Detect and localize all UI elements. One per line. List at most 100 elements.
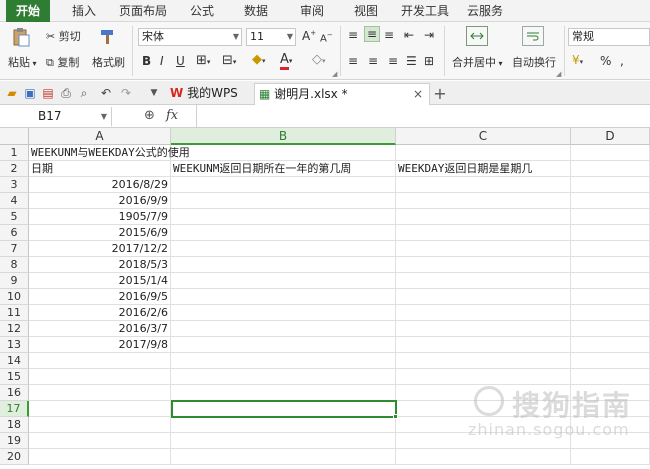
grid-cell[interactable] [396,321,571,337]
new-tab-icon[interactable]: + [432,84,448,103]
grid-cell[interactable] [171,289,396,305]
cell-a5[interactable]: 1905/7/9 [29,209,171,225]
grid-cell[interactable] [571,369,650,385]
redo-icon[interactable]: ↷ [118,85,134,101]
cell-a3[interactable]: 2016/8/29 [29,177,171,193]
grid-cell[interactable] [396,273,571,289]
row-header[interactable]: 8 [0,257,29,273]
grid-cell[interactable] [171,193,396,209]
wrap-text-button[interactable]: 自动换行 [512,54,556,70]
grid-cell[interactable] [29,433,171,449]
grid-cell[interactable] [171,353,396,369]
doc-tab-active-workbook[interactable]: ▦ 谢明月.xlsx * × [254,83,430,105]
grid-cell[interactable] [171,449,396,465]
grid-cell[interactable] [396,305,571,321]
row-header[interactable]: 19 [0,433,29,449]
grid-cell[interactable] [171,257,396,273]
grid-cell[interactable] [396,353,571,369]
font-size-select[interactable]: 11 ▼ [246,28,296,46]
grid-cell[interactable] [171,385,396,401]
format-painter-button[interactable]: 格式刷 [92,54,125,70]
formula-input[interactable] [196,105,650,127]
grid-cell[interactable] [571,353,650,369]
grid-cell[interactable] [171,273,396,289]
cell-a4[interactable]: 2016/9/9 [29,193,171,209]
wrap-text-icon[interactable] [522,26,544,46]
print-icon[interactable]: ⎙ [58,85,74,101]
format-painter-icon[interactable] [96,26,118,48]
row-header[interactable]: 3 [0,177,29,193]
grid-cell[interactable] [171,417,396,433]
row-header[interactable]: 14 [0,353,29,369]
grid-cell[interactable] [396,449,571,465]
row-header[interactable]: 4 [0,193,29,209]
grid-cell[interactable] [571,321,650,337]
tab-view[interactable]: 视图 [344,0,388,22]
grid-cell[interactable] [396,369,571,385]
indent-decrease-icon[interactable]: ⇤ [404,28,414,42]
cell-a9[interactable]: 2015/1/4 [29,273,171,289]
open-folder-icon[interactable]: ▰ [4,85,20,101]
grid-cell[interactable] [29,449,171,465]
cell-a8[interactable]: 2018/5/3 [29,257,171,273]
bold-icon[interactable]: B [142,54,151,68]
grid-cell[interactable] [396,209,571,225]
merge-center-icon[interactable] [466,26,488,46]
tab-formulas[interactable]: 公式 [180,0,224,22]
print-preview-icon[interactable]: ⌕ [76,85,92,101]
grid-cell[interactable] [29,353,171,369]
fill-handle[interactable] [393,414,398,419]
grid-cell[interactable] [396,193,571,209]
grid-cell[interactable] [571,161,650,177]
cell-b2[interactable]: WEEKUNM返回日期所在一年的第几周 [171,161,396,177]
paste-button[interactable]: 粘贴 ▾ [8,54,37,70]
cell-a13[interactable]: 2017/9/8 [29,337,171,353]
row-header[interactable]: 16 [0,385,29,401]
grid-cell[interactable] [171,241,396,257]
select-all-corner[interactable] [0,128,29,145]
border-icon[interactable]: ⊞▾ [196,53,210,68]
distribute-icon[interactable]: ⊞ [424,54,434,68]
undo-icon[interactable]: ↶ [98,85,114,101]
grid-cell[interactable] [571,273,650,289]
align-top-icon[interactable]: ≡ [348,28,358,42]
row-header[interactable]: 2 [0,161,29,177]
tab-developer[interactable]: 开发工具 [396,0,454,22]
grid-cell[interactable] [171,321,396,337]
tab-cloud-service[interactable]: 云服务 [460,0,510,22]
grid-cell[interactable] [171,337,396,353]
copy-button[interactable]: ⧉ 复制 [46,54,79,70]
grid-cell[interactable] [171,369,396,385]
cell-a2[interactable]: 日期 [29,161,171,177]
grid-cell[interactable] [171,177,396,193]
grid-cell[interactable] [171,225,396,241]
close-tab-icon[interactable]: × [413,84,423,104]
doc-tab-my-wps[interactable]: W 我的WPS [166,83,250,105]
customize-toolbar-icon[interactable]: ▼ [146,85,162,101]
cell-a10[interactable]: 2016/9/5 [29,289,171,305]
grid-cell[interactable] [571,305,650,321]
grid-cell[interactable] [171,305,396,321]
grid-cell[interactable] [29,417,171,433]
export-pdf-icon[interactable]: ▤ [40,85,56,101]
grid-cell[interactable] [29,369,171,385]
row-header[interactable]: 11 [0,305,29,321]
grid-cell[interactable] [571,257,650,273]
alignment-dialog-launcher-icon[interactable]: ◢ [556,70,561,78]
comma-style-icon[interactable]: , [620,54,624,68]
align-middle-icon[interactable]: ≡ [364,26,381,42]
row-header[interactable]: 6 [0,225,29,241]
merge-cells-icon[interactable]: ⊟▾ [222,53,236,68]
row-header[interactable]: 10 [0,289,29,305]
grid-cell[interactable] [29,385,171,401]
tab-review[interactable]: 审阅 [290,0,334,22]
column-header-b[interactable]: B [171,128,396,145]
number-format-select[interactable]: 常规 [568,28,650,46]
column-header-c[interactable]: C [396,128,571,145]
justify-icon[interactable]: ☰ [406,54,417,68]
grid-cell[interactable] [571,145,650,161]
grid-cell[interactable] [396,177,571,193]
grid-cell[interactable] [171,433,396,449]
grid-cell[interactable] [571,449,650,465]
align-right-icon[interactable]: ≡ [388,54,398,68]
